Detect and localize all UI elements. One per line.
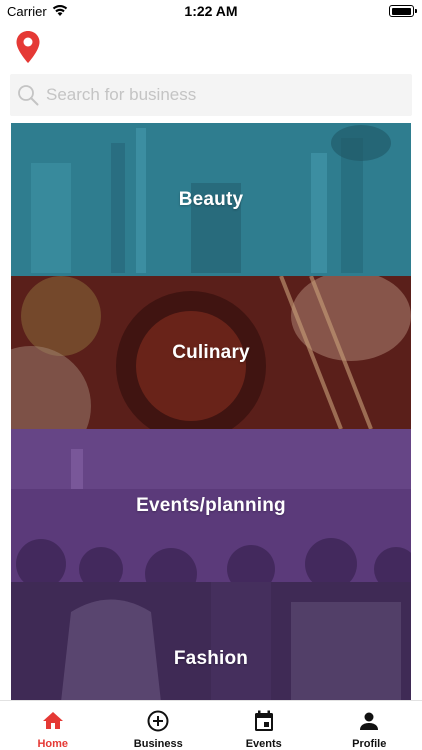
- tab-label: Events: [245, 738, 282, 750]
- category-tile-events-planning[interactable]: Events/planning: [11, 429, 411, 582]
- tab-label: Profile: [352, 738, 387, 750]
- category-label: Fashion: [173, 647, 249, 669]
- fashion-image: [11, 582, 411, 700]
- tab-profile[interactable]: Profile: [317, 701, 422, 750]
- battery-icon: [389, 5, 417, 17]
- status-time: 1:22 AM: [184, 3, 238, 19]
- tab-label: Home: [37, 738, 69, 750]
- category-list: Beauty Culinary Events/planning Fashion: [11, 123, 411, 700]
- tab-home[interactable]: Home: [0, 701, 106, 750]
- category-tile-culinary[interactable]: Culinary: [11, 276, 411, 429]
- add-circle-icon: [147, 710, 169, 732]
- person-icon: [360, 712, 379, 730]
- search-icon: [18, 85, 39, 106]
- search-input[interactable]: [46, 74, 406, 116]
- category-label: Culinary: [172, 341, 250, 363]
- tab-label: Business: [133, 738, 183, 750]
- status-bar: Carrier 1:22 AM: [0, 0, 422, 22]
- home-icon: [42, 712, 63, 729]
- map-pin-icon[interactable]: [15, 30, 41, 64]
- tab-events[interactable]: Events: [211, 701, 317, 750]
- category-label: Events/planning: [136, 494, 286, 516]
- search-bar[interactable]: [10, 74, 412, 116]
- category-tile-beauty[interactable]: Beauty: [11, 123, 411, 276]
- tab-business[interactable]: Business: [106, 701, 212, 750]
- tab-bar: Home Business Events Profile: [0, 700, 422, 750]
- category-label: Beauty: [178, 188, 244, 210]
- calendar-icon: [254, 710, 273, 731]
- category-tile-fashion[interactable]: Fashion: [11, 582, 411, 700]
